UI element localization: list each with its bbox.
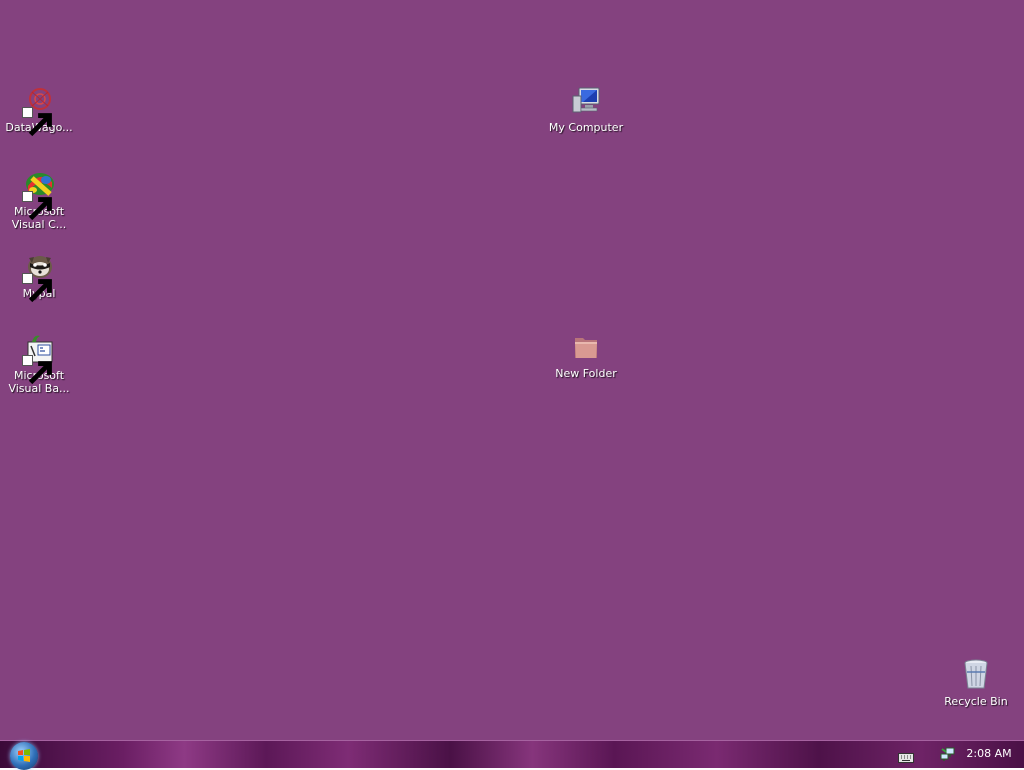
datawagon-icon	[22, 84, 56, 137]
desktop-icon-visual-basic[interactable]: Microsoft Visual Ba...	[0, 332, 78, 395]
computer-icon	[569, 84, 603, 118]
desktop-icon-label: My Computer	[548, 121, 624, 134]
desktop-icon-my-computer[interactable]: My Computer	[547, 84, 625, 134]
recycle-bin-icon	[959, 658, 993, 692]
desktop-icon-datawagon[interactable]: DataWago...	[0, 84, 78, 137]
desktop-icon-mypal[interactable]: Mypal	[0, 250, 78, 303]
desktop[interactable]: DataWago... Microsoft Visual C... Mypal …	[0, 0, 1024, 740]
desktop-icon-label: New Folder	[555, 367, 617, 380]
shortcut-arrow-icon	[22, 191, 52, 221]
clock[interactable]: 2:08 AM	[962, 747, 1016, 760]
network-icon[interactable]	[940, 746, 956, 762]
taskbar: 2:08 AM	[0, 740, 1024, 770]
desktop-icon-visual-c[interactable]: Microsoft Visual C...	[0, 168, 78, 231]
keyboard-icon[interactable]	[898, 749, 914, 763]
shortcut-arrow-icon	[22, 273, 52, 303]
windows-orb-icon	[18, 749, 30, 762]
desktop-icon-recycle-bin[interactable]: Recycle Bin	[937, 658, 1015, 708]
desktop-icon-label: Recycle Bin	[944, 695, 1008, 708]
shortcut-arrow-icon	[22, 107, 52, 137]
shortcut-arrow-icon	[22, 355, 52, 385]
mypal-icon	[22, 250, 56, 303]
visual-basic-icon	[22, 332, 56, 385]
folder-icon	[569, 330, 603, 364]
desktop-icon-new-folder[interactable]: New Folder	[547, 330, 625, 380]
visual-c-icon	[22, 168, 56, 221]
start-button[interactable]	[10, 742, 38, 770]
